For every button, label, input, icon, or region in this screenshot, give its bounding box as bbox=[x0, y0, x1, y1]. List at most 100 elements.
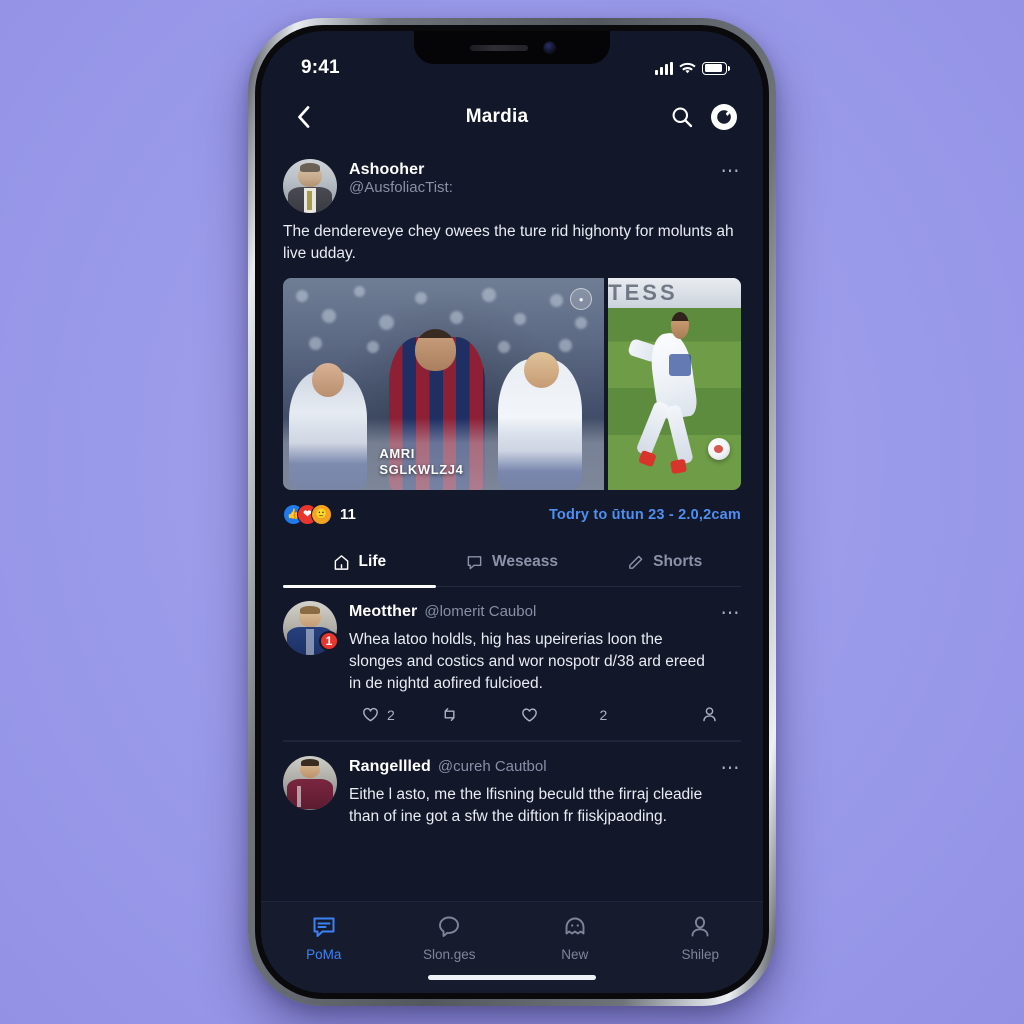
profile-avatar-icon[interactable] bbox=[711, 104, 737, 130]
repost-action[interactable] bbox=[441, 705, 521, 724]
message-square-icon bbox=[313, 917, 335, 937]
nav-item-shilep[interactable]: Shilep bbox=[638, 914, 764, 962]
more-options-icon[interactable]: ⋯ bbox=[721, 159, 742, 181]
more-options-icon[interactable]: ⋯ bbox=[721, 756, 742, 778]
device-notch bbox=[414, 31, 610, 64]
media-caption-overlay: AMRI SGLKWLZJ4 bbox=[283, 417, 605, 490]
post-body-text: Whea latoo holdls, hig has upeirerias lo… bbox=[349, 631, 705, 692]
author-handle: @AusfoliacTist: bbox=[349, 179, 453, 196]
phone-screen: 9:41 Mardia Ashooher @AusfoliacTist: ⋯ T… bbox=[261, 31, 763, 993]
feed-scroll-area[interactable]: Ashooher @AusfoliacTist: ⋯ The dendereve… bbox=[261, 145, 763, 901]
phone-bezel: 9:41 Mardia Ashooher @AusfoliacTist: ⋯ T… bbox=[261, 31, 763, 993]
avatar[interactable]: 1 bbox=[283, 601, 339, 655]
media-photo-primary[interactable]: ● AMRI SGLKWLZJ4 bbox=[283, 278, 605, 490]
author-line: Rangellled @cureh Cautbol bbox=[349, 758, 709, 776]
player-center-head bbox=[414, 328, 457, 372]
nav-item-slonges[interactable]: Slon.ges bbox=[387, 914, 513, 962]
tab-shorts-label: Shorts bbox=[653, 553, 703, 570]
author-handle: @cureh Cautbol bbox=[437, 757, 547, 775]
pitch-action-photo: TESS bbox=[608, 278, 741, 490]
reaction-summary[interactable]: 👍 ❤ 🙂 11 bbox=[283, 504, 356, 525]
retweet-icon bbox=[444, 708, 455, 721]
wifi-icon bbox=[679, 62, 696, 73]
post-actions-row: 2 2 bbox=[283, 695, 741, 740]
avatar-image bbox=[283, 159, 337, 213]
status-clock: 9:41 bbox=[301, 57, 340, 78]
post-media-gallery[interactable]: ● AMRI SGLKWLZJ4 TESS bbox=[283, 278, 741, 490]
post-item: Rangellled @cureh Cautbol Eithe l asto, … bbox=[261, 742, 763, 828]
reaction-pills: 👍 ❤ 🙂 bbox=[283, 504, 332, 525]
avatar[interactable] bbox=[283, 755, 337, 810]
author-block: Meotther @lomerit Caubol Whea latoo hold… bbox=[349, 601, 709, 695]
nav-item-poma-label: PoMa bbox=[306, 947, 342, 962]
author-name: Rangellled bbox=[349, 757, 431, 775]
cellular-signal-icon bbox=[655, 61, 673, 75]
bottom-navigation-bar: PoMa Slon.ges New Shilep bbox=[261, 901, 763, 993]
featured-post: Ashooher @AusfoliacTist: ⋯ The dendereve… bbox=[261, 145, 763, 490]
author-name: Meotther bbox=[349, 603, 418, 620]
person-icon bbox=[703, 707, 716, 722]
search-icon[interactable] bbox=[671, 106, 693, 128]
avatar-image bbox=[283, 755, 337, 810]
football-icon bbox=[707, 437, 731, 461]
board-text: TESS bbox=[608, 280, 678, 306]
post-item: 1 Meotther @lomerit Caubol Whea latoo ho… bbox=[261, 587, 763, 740]
view-count[interactable]: 2 bbox=[600, 707, 680, 723]
front-camera-icon bbox=[543, 42, 555, 53]
reactions-link[interactable]: Todry to ūtun 23 - 2.0,2cam bbox=[549, 507, 741, 523]
heart-icon bbox=[522, 708, 537, 722]
like-action[interactable] bbox=[520, 705, 600, 724]
post-header: Ashooher @AusfoliacTist: ⋯ bbox=[283, 145, 741, 213]
author-name: Ashooher bbox=[349, 161, 425, 178]
notification-badge: 1 bbox=[319, 631, 339, 651]
view-count-value: 2 bbox=[599, 706, 608, 723]
back-button[interactable] bbox=[283, 106, 323, 128]
share-action[interactable] bbox=[679, 705, 719, 724]
tab-life[interactable]: Life bbox=[283, 539, 436, 588]
media-caption-line1: AMRI bbox=[379, 445, 415, 461]
tab-life-label: Life bbox=[358, 553, 387, 570]
advertising-board: TESS bbox=[608, 278, 741, 308]
jersey-crest bbox=[669, 354, 691, 376]
media-photo-secondary[interactable]: TESS bbox=[608, 278, 741, 490]
author-block: Rangellled @cureh Cautbol Eithe l asto, … bbox=[349, 756, 709, 828]
app-header: Mardia bbox=[261, 89, 763, 145]
nav-item-new[interactable]: New bbox=[512, 914, 638, 962]
reaction-wow: 🙂 bbox=[311, 504, 332, 525]
player-head bbox=[670, 311, 690, 340]
home-outline-icon bbox=[334, 554, 348, 570]
author-line: Meotther @lomerit Caubol bbox=[349, 603, 709, 621]
reply-action[interactable]: 2 bbox=[361, 705, 441, 724]
nav-item-new-label: New bbox=[561, 947, 589, 962]
chevron-left-icon bbox=[297, 106, 309, 128]
avatar[interactable] bbox=[283, 159, 337, 213]
player-boot-left bbox=[638, 449, 657, 467]
reply-count: 2 bbox=[387, 706, 395, 723]
scene-background: 9:41 Mardia Ashooher @AusfoliacTist: ⋯ T… bbox=[0, 0, 1024, 1024]
player-boot-right bbox=[669, 459, 687, 475]
page-title: Mardia bbox=[465, 106, 529, 127]
post-body-text: Eithe l asto, me the lfisning beculd tth… bbox=[349, 785, 703, 825]
pencil-icon bbox=[629, 555, 643, 569]
post-header: Rangellled @cureh Cautbol Eithe l asto, … bbox=[283, 742, 741, 828]
nav-item-poma[interactable]: PoMa bbox=[261, 914, 387, 962]
feed-bottom-fade bbox=[261, 867, 763, 901]
person-outline-icon bbox=[691, 916, 709, 937]
phone-device: 9:41 Mardia Ashooher @AusfoliacTist: ⋯ T… bbox=[248, 18, 776, 1006]
tab-weseass[interactable]: Weseass bbox=[436, 539, 589, 586]
author-block: Ashooher @AusfoliacTist: bbox=[349, 159, 709, 196]
tab-weseass-label: Weseass bbox=[491, 553, 559, 570]
feed-tabs: Life Weseass Shorts bbox=[283, 539, 741, 588]
nav-item-slonges-label: Slon.ges bbox=[422, 947, 476, 962]
home-indicator[interactable] bbox=[428, 975, 596, 980]
battery-icon bbox=[702, 61, 730, 75]
header-actions bbox=[671, 104, 737, 130]
post-body-text: The dendereveye chey owees the ture rid … bbox=[283, 223, 734, 262]
tab-shorts[interactable]: Shorts bbox=[588, 539, 741, 586]
comment-bubble-icon bbox=[467, 555, 482, 569]
more-options-icon[interactable]: ⋯ bbox=[721, 601, 742, 623]
avatar-glyph-icon bbox=[717, 110, 731, 124]
reaction-count: 11 bbox=[340, 506, 356, 523]
comment-heart-icon bbox=[363, 707, 378, 722]
ghost-icon bbox=[565, 917, 585, 935]
